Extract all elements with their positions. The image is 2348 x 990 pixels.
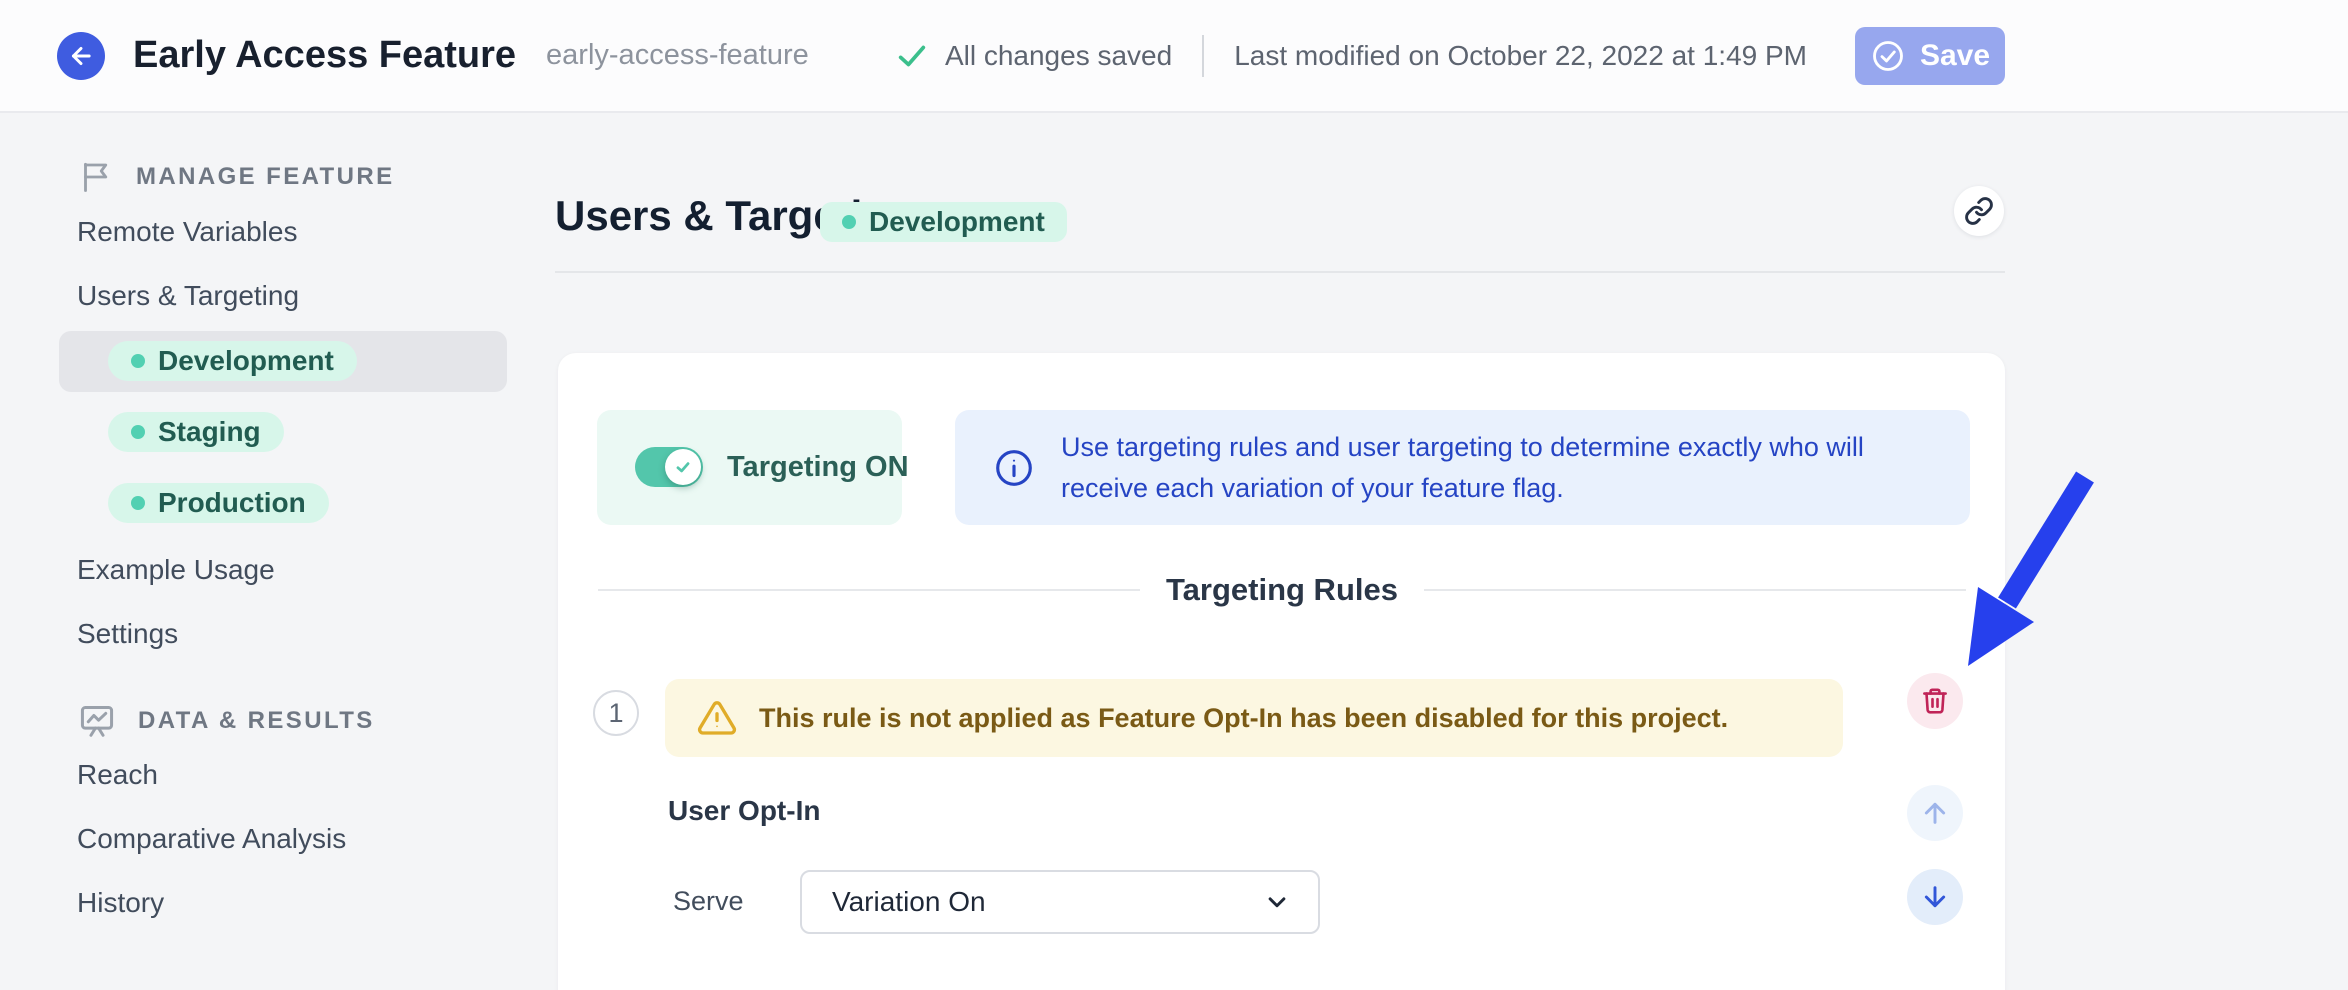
environment-badge: Development: [820, 202, 1067, 242]
rule-warning-banner: This rule is not applied as Feature Opt-…: [665, 679, 1843, 757]
sidebar-item-history[interactable]: History: [77, 886, 164, 920]
sidebar-item-example-usage[interactable]: Example Usage: [77, 553, 275, 587]
toggle-knob: [665, 449, 701, 485]
header-divider: [1202, 35, 1204, 77]
link-icon: [1964, 196, 1994, 226]
app-root: Early Access Feature early-access-featur…: [0, 0, 2348, 990]
env-dot-icon: [131, 425, 145, 439]
save-button-label: Save: [1920, 39, 1990, 73]
manage-feature-section-label: MANAGE FEATURE: [136, 163, 394, 191]
sidebar-env-production[interactable]: Production: [108, 483, 329, 523]
sidebar-item-reach[interactable]: Reach: [77, 758, 158, 792]
check-icon: [895, 39, 929, 73]
data-results-section-label: DATA & RESULTS: [138, 707, 375, 735]
targeting-toggle[interactable]: [635, 447, 703, 487]
move-rule-down-button[interactable]: [1907, 869, 1963, 925]
sidebar-item-settings[interactable]: Settings: [77, 617, 178, 651]
saved-status-text: All changes saved: [945, 40, 1172, 72]
rule-warning-text: This rule is not applied as Feature Opt-…: [759, 703, 1728, 734]
env-label: Development: [158, 345, 334, 377]
save-check-icon: [1870, 38, 1906, 74]
targeting-rules-divider: Targeting Rules: [598, 569, 1966, 611]
flag-icon: [78, 158, 114, 196]
info-banner: Use targeting rules and user targeting t…: [955, 410, 1970, 525]
page-header: Early Access Feature early-access-featur…: [0, 0, 2348, 113]
targeting-toggle-label: Targeting ON: [727, 410, 909, 525]
data-results-section-header: DATA & RESULTS: [78, 702, 375, 740]
arrow-up-icon: [1919, 797, 1951, 829]
targeting-toggle-block: Targeting ON: [597, 410, 902, 525]
serve-selected-value: Variation On: [832, 886, 1262, 918]
warning-triangle-icon: [697, 698, 737, 738]
env-label: Production: [158, 487, 306, 519]
divider-line: [1424, 589, 1966, 591]
sidebar-item-remote-variables[interactable]: Remote Variables: [77, 215, 297, 249]
sidebar-item-users-targeting[interactable]: Users & Targeting: [77, 279, 299, 313]
rule-definition-label: User Opt-In: [668, 795, 820, 827]
env-label: Staging: [158, 416, 261, 448]
back-arrow-icon: [67, 42, 95, 70]
feature-title: Early Access Feature: [133, 34, 516, 77]
save-button[interactable]: Save: [1855, 27, 2005, 85]
move-rule-up-button[interactable]: [1907, 785, 1963, 841]
divider-line: [598, 589, 1140, 591]
serve-label: Serve: [673, 886, 744, 917]
chevron-down-icon: [1262, 887, 1292, 917]
env-dot-icon: [842, 215, 856, 229]
serve-variation-select[interactable]: Variation On: [800, 870, 1320, 934]
presentation-chart-icon: [78, 702, 116, 740]
env-dot-icon: [131, 496, 145, 510]
copy-link-button[interactable]: [1954, 186, 2004, 236]
delete-rule-button[interactable]: [1907, 673, 1963, 729]
info-banner-text: Use targeting rules and user targeting t…: [1061, 427, 1932, 509]
feature-slug: early-access-feature: [546, 39, 809, 72]
last-modified-text: Last modified on October 22, 2022 at 1:4…: [1234, 40, 1807, 72]
rule-number-badge: 1: [593, 690, 639, 736]
info-icon: [993, 447, 1035, 489]
sidebar-item-comparative-analysis[interactable]: Comparative Analysis: [77, 822, 346, 856]
environment-badge-label: Development: [869, 206, 1045, 238]
toggle-check-icon: [672, 456, 694, 478]
sidebar-env-staging[interactable]: Staging: [108, 412, 284, 452]
manage-feature-section-header: MANAGE FEATURE: [78, 158, 394, 196]
env-dot-icon: [131, 354, 145, 368]
sidebar-env-development[interactable]: Development: [108, 341, 357, 381]
heading-divider: [555, 271, 2005, 273]
targeting-card: Targeting ON Use targeting rules and use…: [558, 353, 2005, 990]
trash-icon: [1920, 686, 1950, 716]
arrow-down-icon: [1919, 881, 1951, 913]
back-button[interactable]: [57, 32, 105, 80]
header-status-group: All changes saved Last modified on Octob…: [895, 27, 2005, 85]
targeting-rules-heading: Targeting Rules: [1166, 572, 1398, 608]
